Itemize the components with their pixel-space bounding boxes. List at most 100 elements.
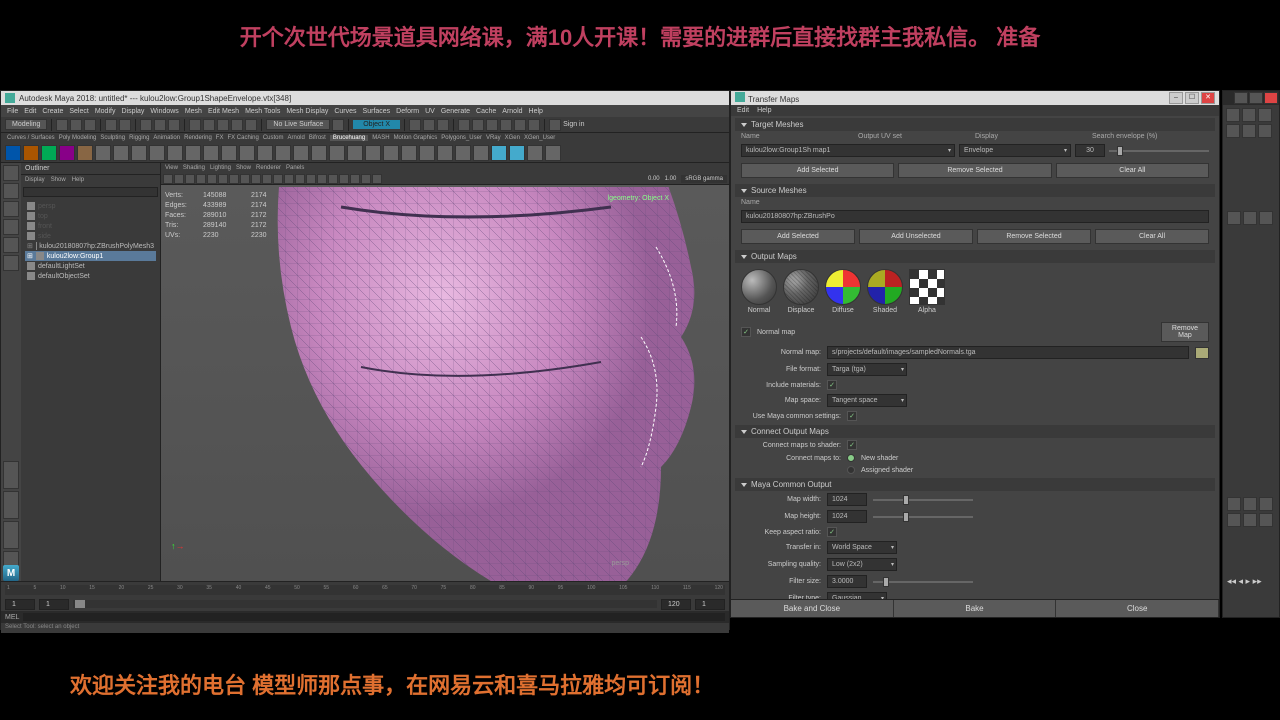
shelf-lasso-icon[interactable] <box>154 119 166 131</box>
tool-icon[interactable] <box>95 145 111 161</box>
panel-icon[interactable] <box>1242 108 1256 122</box>
range-track[interactable] <box>73 600 657 608</box>
3d-viewport[interactable]: lgeometry: Object X ↑→ persp <box>161 187 729 581</box>
shelf-new-icon[interactable] <box>56 119 68 131</box>
displace-map-button[interactable]: Displace <box>783 269 819 314</box>
minimize-button[interactable] <box>1234 92 1248 104</box>
tool-icon[interactable] <box>23 145 39 161</box>
tool-icon[interactable] <box>185 145 201 161</box>
tool-icon[interactable] <box>41 145 57 161</box>
format-dropdown[interactable]: Targa (tga) <box>827 363 907 376</box>
playback-controls[interactable]: ◂◂ ◂ ▸ ▸▸ <box>1227 576 1262 587</box>
workspace-dropdown[interactable]: Modeling <box>5 119 47 130</box>
vp-icon[interactable] <box>240 174 250 184</box>
source-name-field[interactable]: kulou20180807hp:ZBrushPo <box>741 210 1209 223</box>
tool-icon[interactable] <box>131 145 147 161</box>
menu-file[interactable]: File <box>7 108 18 115</box>
shelf-select-icon[interactable] <box>140 119 152 131</box>
shelf-undo-icon[interactable] <box>105 119 117 131</box>
object-field[interactable]: Object X <box>353 120 400 129</box>
tool-icon[interactable] <box>113 145 129 161</box>
shelf-ipr-icon[interactable] <box>423 119 435 131</box>
tab-arnold[interactable]: Arnold <box>288 135 305 141</box>
remove-map-button[interactable]: Remove Map <box>1161 322 1209 342</box>
transfer-dropdown[interactable]: World Space <box>827 541 897 554</box>
et-icon[interactable] <box>5 145 21 161</box>
tab-rigging[interactable]: Rigging <box>129 135 149 141</box>
vp-icon[interactable] <box>229 174 239 184</box>
shelf-snap1-icon[interactable] <box>189 119 201 131</box>
menu-editmesh[interactable]: Edit Mesh <box>208 108 239 115</box>
tool-icon[interactable] <box>293 145 309 161</box>
tab-bifrost[interactable]: Bifrost <box>309 135 326 141</box>
panel-icon[interactable] <box>1227 211 1241 225</box>
tool-icon[interactable] <box>311 145 327 161</box>
menu-edit[interactable]: Edit <box>24 108 36 115</box>
vp-icon[interactable] <box>361 174 371 184</box>
outliner-menu-show[interactable]: Show <box>51 177 66 183</box>
vp-menu-show[interactable]: Show <box>236 165 251 171</box>
alpha-map-button[interactable]: Alpha <box>909 269 945 314</box>
envelope-slider[interactable] <box>1109 150 1209 152</box>
tool-icon[interactable] <box>383 145 399 161</box>
vp-icon[interactable] <box>262 174 272 184</box>
width-slider[interactable] <box>873 499 973 501</box>
shelf-snap4-icon[interactable] <box>231 119 243 131</box>
panel-icon[interactable] <box>1243 497 1257 511</box>
shelf-snap2-icon[interactable] <box>203 119 215 131</box>
diffuse-map-button[interactable]: Diffuse <box>825 269 861 314</box>
panel-icon[interactable] <box>1226 108 1240 122</box>
output-maps-header[interactable]: Output Maps <box>735 250 1215 263</box>
signin-label[interactable]: Sign in <box>563 121 584 128</box>
play-end-icon[interactable] <box>528 119 540 131</box>
include-materials-checkbox[interactable]: ✓ <box>827 380 837 390</box>
menu-arnold[interactable]: Arnold <box>502 108 522 115</box>
height-slider[interactable] <box>873 516 973 518</box>
menu-meshdisplay[interactable]: Mesh Display <box>286 108 328 115</box>
menu-select[interactable]: Select <box>69 108 88 115</box>
filtersize-field[interactable]: 3.0000 <box>827 575 867 588</box>
menu-windows[interactable]: Windows <box>150 108 178 115</box>
paint-tool-icon[interactable] <box>3 201 19 217</box>
menu-display[interactable]: Display <box>121 108 144 115</box>
layout-outliner-icon[interactable] <box>3 521 19 549</box>
select-tool-icon[interactable] <box>3 165 19 181</box>
time-track[interactable]: 1510152025303540455055606570758085909510… <box>5 585 725 595</box>
outliner-search[interactable] <box>23 187 158 197</box>
tab-polyuser[interactable]: Polygons_User <box>441 135 482 141</box>
target-add-selected-button[interactable]: Add Selected <box>741 163 894 178</box>
vp-menu-shading[interactable]: Shading <box>183 165 205 171</box>
panel-icon[interactable] <box>1259 513 1273 527</box>
tab-mash[interactable]: MASH <box>372 135 389 141</box>
shaded-map-button[interactable]: Shaded <box>867 269 903 314</box>
tab-motion[interactable]: Motion Graphics <box>394 135 438 141</box>
tab-xgenu[interactable]: XGen_User <box>524 135 555 141</box>
tool-icon[interactable] <box>257 145 273 161</box>
maximize-button[interactable]: ☐ <box>1185 92 1199 104</box>
vp-icon[interactable] <box>372 174 382 184</box>
vp-icon[interactable] <box>218 174 228 184</box>
shelf-open-icon[interactable] <box>70 119 82 131</box>
connect-shader-checkbox[interactable]: ✓ <box>847 440 857 450</box>
tool-icon[interactable] <box>545 145 561 161</box>
source-add-selected-button[interactable]: Add Selected <box>741 229 855 244</box>
mel-label[interactable]: MEL <box>5 614 19 621</box>
vp-icon[interactable] <box>350 174 360 184</box>
tool-icon[interactable] <box>167 145 183 161</box>
layout-four-icon[interactable] <box>3 491 19 519</box>
tab-curves[interactable]: Curves / Surfaces <box>7 135 55 141</box>
vp-icon[interactable] <box>163 174 173 184</box>
filtersize-slider[interactable] <box>873 581 973 583</box>
menu-uv[interactable]: UV <box>425 108 435 115</box>
tab-polymodel[interactable]: Poly Modeling <box>59 135 97 141</box>
menu-help[interactable]: Help <box>529 108 543 115</box>
target-display-dropdown[interactable]: Envelope <box>959 144 1071 157</box>
rotate-tool-icon[interactable] <box>3 237 19 253</box>
user-icon[interactable] <box>549 119 561 131</box>
vp-icon[interactable] <box>295 174 305 184</box>
close-button[interactable] <box>1264 92 1278 104</box>
vp-icon[interactable] <box>306 174 316 184</box>
vp-icon[interactable] <box>174 174 184 184</box>
vp-menu-lighting[interactable]: Lighting <box>210 165 231 171</box>
play-next-icon[interactable] <box>514 119 526 131</box>
